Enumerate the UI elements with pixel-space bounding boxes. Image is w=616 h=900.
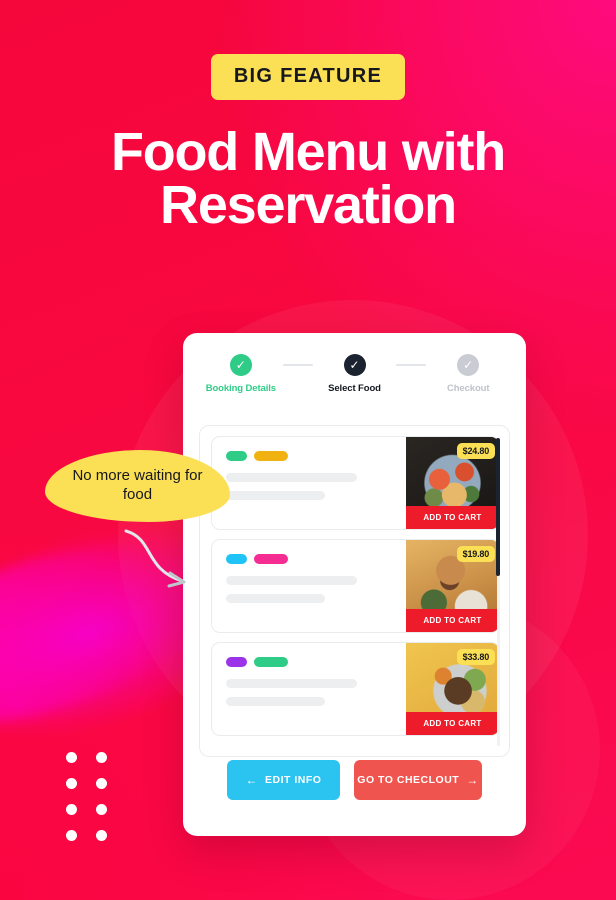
add-to-cart-button[interactable]: ADD TO CART	[406, 506, 499, 529]
decor-dot	[66, 752, 77, 763]
food-title-placeholder	[226, 679, 357, 688]
decor-dot	[66, 778, 77, 789]
food-tags	[226, 657, 406, 667]
food-list: $24.80 ADD TO CART $19.80 ADD TO CART $33.80…	[211, 436, 500, 736]
stepper-step-booking-details[interactable]: ✓ Booking Details	[199, 354, 283, 394]
food-card[interactable]: $33.80 ADD TO CART	[211, 642, 500, 736]
food-image: $33.80 ADD TO CART	[406, 643, 499, 735]
food-card[interactable]: $19.80 ADD TO CART	[211, 539, 500, 633]
checkout-stepper: ✓ Booking Details ✓ Select Food ✓ Checko…	[183, 333, 526, 394]
food-tag-secondary	[254, 554, 288, 564]
scrollbar-thumb[interactable]	[496, 438, 500, 576]
food-desc-placeholder	[226, 697, 325, 706]
decor-dot	[96, 752, 107, 763]
food-price-badge: $33.80	[456, 649, 495, 665]
food-tags	[226, 554, 406, 564]
decor-dot	[96, 804, 107, 815]
headline-line-1: Food Menu with	[110, 122, 506, 182]
food-image: $19.80 ADD TO CART	[406, 540, 499, 632]
stepper-label-booking-details: Booking Details	[205, 383, 276, 394]
arrow-right-icon: →	[466, 773, 479, 787]
arrow-left-icon: ←	[245, 773, 259, 787]
food-price-badge: $19.80	[456, 546, 495, 562]
food-tag-primary	[226, 657, 247, 667]
add-to-cart-button[interactable]: ADD TO CART	[406, 609, 499, 632]
dot-grid-decoration	[66, 752, 126, 856]
hero-badge-container: BIG FEATURE	[0, 54, 616, 100]
food-tags	[226, 451, 406, 461]
stepper-step-checkout[interactable]: ✓ Checkout	[426, 354, 510, 394]
food-card[interactable]: $24.80 ADD TO CART	[211, 436, 500, 530]
edit-info-label: EDIT INFO	[265, 774, 322, 786]
callout-bubble: No more waiting for food	[45, 450, 230, 522]
decor-dot	[96, 778, 107, 789]
food-list-container: $24.80 ADD TO CART $19.80 ADD TO CART $33.80…	[199, 425, 510, 757]
food-desc-placeholder	[226, 491, 325, 500]
page-title: Food Menu with Reservation	[0, 125, 616, 236]
food-price-badge: $24.80	[456, 443, 495, 459]
check-icon: ✓	[229, 354, 252, 376]
edit-info-button[interactable]: ← EDIT INFO	[227, 760, 340, 800]
food-card-body	[212, 437, 406, 529]
food-image: $24.80 ADD TO CART	[406, 437, 499, 529]
food-card-body	[212, 643, 406, 735]
headline-line-2: Reservation	[160, 175, 457, 236]
curved-arrow-icon	[124, 529, 186, 588]
food-title-placeholder	[226, 576, 357, 585]
food-title-placeholder	[226, 473, 357, 482]
callout-text: No more waiting for food	[72, 467, 203, 503]
go-to-checkout-button[interactable]: GO TO CHECLOUT →	[354, 760, 482, 800]
food-tag-primary	[226, 554, 247, 564]
stepper-label-select-food: Select Food	[328, 383, 381, 394]
food-desc-placeholder	[226, 594, 325, 603]
stepper-connector-2	[396, 364, 427, 366]
check-icon: ✓	[343, 354, 366, 376]
food-tag-secondary	[254, 657, 288, 667]
stepper-label-checkout: Checkout	[446, 383, 490, 394]
check-icon: ✓	[457, 354, 480, 376]
decor-dot	[66, 830, 77, 841]
action-bar: ← EDIT INFO GO TO CHECLOUT →	[227, 760, 482, 800]
big-feature-badge: BIG FEATURE	[210, 54, 406, 100]
go-to-checkout-label: GO TO CHECLOUT	[357, 774, 460, 786]
decor-dot	[96, 830, 107, 841]
food-tag-secondary	[254, 451, 288, 461]
add-to-cart-button[interactable]: ADD TO CART	[406, 712, 499, 735]
decor-dot	[66, 804, 77, 815]
app-mockup-panel: ✓ Booking Details ✓ Select Food ✓ Checko…	[183, 333, 526, 836]
food-card-body	[212, 540, 406, 632]
stepper-connector-1	[282, 364, 313, 366]
stepper-step-select-food[interactable]: ✓ Select Food	[313, 354, 397, 394]
